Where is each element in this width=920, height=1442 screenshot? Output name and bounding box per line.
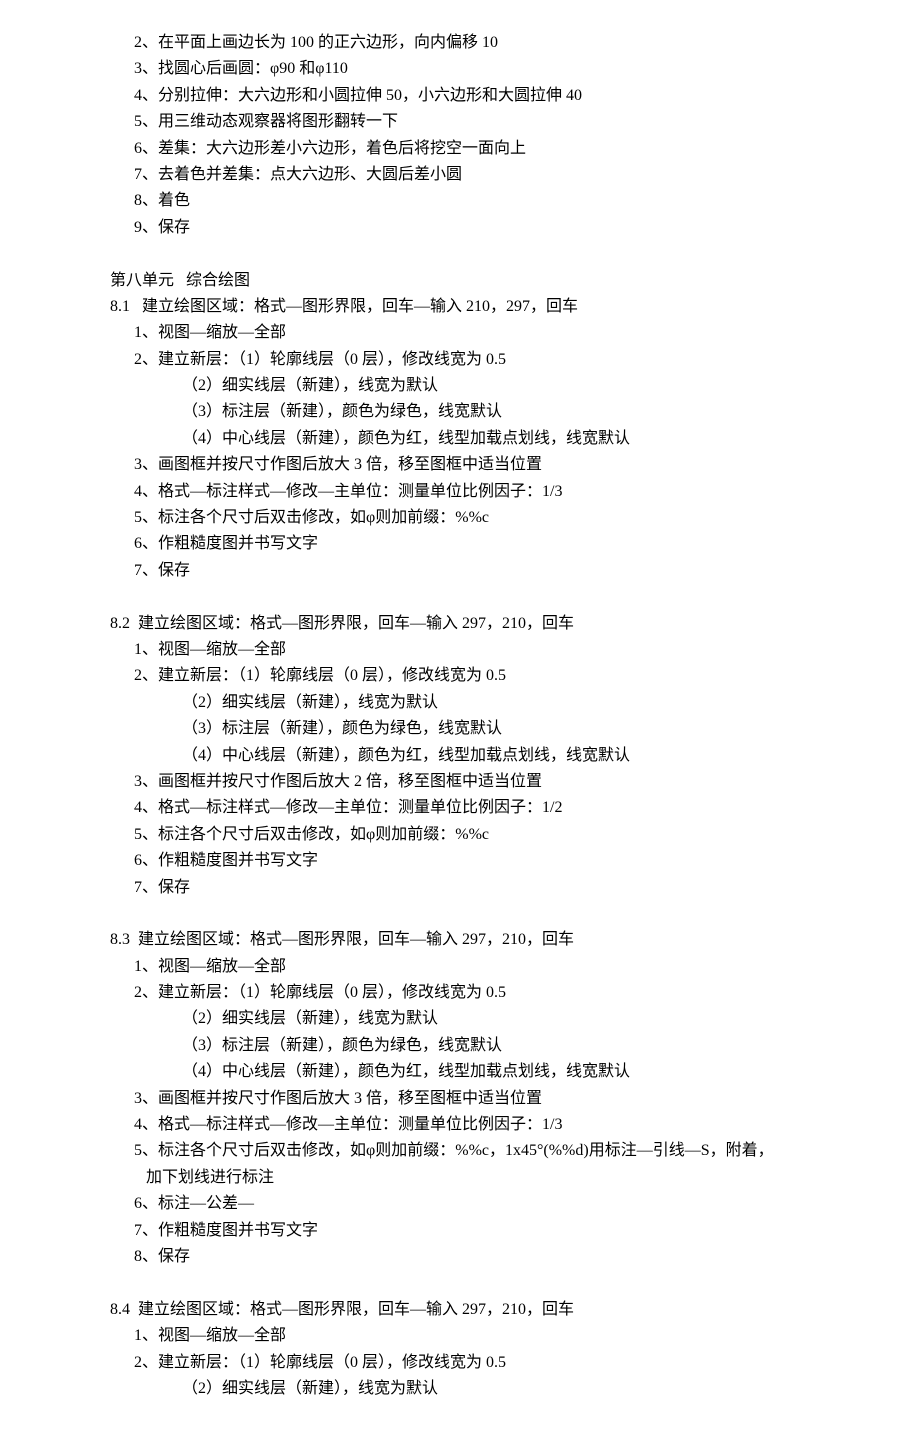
list-item: 5、标注各个尺寸后双击修改，如φ则加前缀：%%c，1x45°(%%d)用标注—引… — [110, 1138, 810, 1164]
list-item: 1、视图—缩放—全部 — [110, 1323, 810, 1349]
list-item: 2、建立新层：（1）轮廓线层（0 层），修改线宽为 0.5 — [110, 347, 810, 373]
list-item: 9、保存 — [110, 215, 810, 241]
list-item: （2）细实线层（新建），线宽为默认 — [110, 690, 810, 716]
list-item: 3、画图框并按尺寸作图后放大 2 倍，移至图框中适当位置 — [110, 769, 810, 795]
list-item: 1、视图—缩放—全部 — [110, 637, 810, 663]
list-item: 7、保存 — [110, 558, 810, 584]
list-item: 8、着色 — [110, 188, 810, 214]
list-item: 4、格式—标注样式—修改—主单位：测量单位比例因子：1/2 — [110, 795, 810, 821]
list-item: 6、作粗糙度图并书写文字 — [110, 531, 810, 557]
list-item: 8、保存 — [110, 1244, 810, 1270]
list-item: （4）中心线层（新建），颜色为红，线型加载点划线，线宽默认 — [110, 1059, 810, 1085]
list-item: 3、找圆心后画圆：φ90 和φ110 — [110, 56, 810, 82]
list-item: 5、标注各个尺寸后双击修改，如φ则加前缀：%%c — [110, 505, 810, 531]
section-8-4-heading: 8.4 建立绘图区域：格式—图形界限，回车—输入 297，210，回车 — [110, 1297, 810, 1323]
list-item: 4、格式—标注样式—修改—主单位：测量单位比例因子：1/3 — [110, 1112, 810, 1138]
section-8-4-items: 1、视图—缩放—全部 2、建立新层：（1）轮廓线层（0 层），修改线宽为 0.5… — [110, 1323, 810, 1402]
list-item: （3）标注层（新建），颜色为绿色，线宽默认 — [110, 716, 810, 742]
list-item: 4、分别拉伸：大六边形和小圆拉伸 50，小六边形和大圆拉伸 40 — [110, 83, 810, 109]
list-item: 3、画图框并按尺寸作图后放大 3 倍，移至图框中适当位置 — [110, 452, 810, 478]
list-item: 7、去着色并差集：点大六边形、大圆后差小圆 — [110, 162, 810, 188]
blank-line — [110, 901, 810, 927]
list-item: 2、在平面上画边长为 100 的正六边形，向内偏移 10 — [110, 30, 810, 56]
list-item: 2、建立新层：（1）轮廓线层（0 层），修改线宽为 0.5 — [110, 980, 810, 1006]
blank-line — [110, 241, 810, 267]
unit8-title: 第八单元 综合绘图 — [110, 268, 810, 294]
list-item: （2）细实线层（新建），线宽为默认 — [110, 1006, 810, 1032]
section-8-1-items: 1、视图—缩放—全部 2、建立新层：（1）轮廓线层（0 层），修改线宽为 0.5… — [110, 320, 810, 584]
list-item: 1、视图—缩放—全部 — [110, 954, 810, 980]
list-item: 2、建立新层：（1）轮廓线层（0 层），修改线宽为 0.5 — [110, 1350, 810, 1376]
section-8-1-heading: 8.1 建立绘图区域：格式—图形界限，回车—输入 210，297，回车 — [110, 294, 810, 320]
list-item: 加下划线进行标注 — [110, 1165, 810, 1191]
list-item: 4、格式—标注样式—修改—主单位：测量单位比例因子：1/3 — [110, 479, 810, 505]
list-item: 1、视图—缩放—全部 — [110, 320, 810, 346]
blank-line — [110, 584, 810, 610]
list-item: 6、差集：大六边形差小六边形，着色后将挖空一面向上 — [110, 136, 810, 162]
blank-line — [110, 1270, 810, 1296]
list-item: 6、作粗糙度图并书写文字 — [110, 848, 810, 874]
list-item: 5、用三维动态观察器将图形翻转一下 — [110, 109, 810, 135]
list-item: （4）中心线层（新建），颜色为红，线型加载点划线，线宽默认 — [110, 426, 810, 452]
list-item: 2、建立新层：（1）轮廓线层（0 层），修改线宽为 0.5 — [110, 663, 810, 689]
list-item: 6、标注—公差— — [110, 1191, 810, 1217]
document-page: 2、在平面上画边长为 100 的正六边形，向内偏移 10 3、找圆心后画圆：φ9… — [0, 0, 920, 1442]
unit7-continuation: 2、在平面上画边长为 100 的正六边形，向内偏移 10 3、找圆心后画圆：φ9… — [110, 30, 810, 241]
list-item: （2）细实线层（新建），线宽为默认 — [110, 1376, 810, 1402]
list-item: 7、作粗糙度图并书写文字 — [110, 1218, 810, 1244]
list-item: （2）细实线层（新建），线宽为默认 — [110, 373, 810, 399]
section-8-2-items: 1、视图—缩放—全部 2、建立新层：（1）轮廓线层（0 层），修改线宽为 0.5… — [110, 637, 810, 901]
list-item: 3、画图框并按尺寸作图后放大 3 倍，移至图框中适当位置 — [110, 1086, 810, 1112]
section-8-2-heading: 8.2 建立绘图区域：格式—图形界限，回车—输入 297，210，回车 — [110, 611, 810, 637]
list-item: （3）标注层（新建），颜色为绿色，线宽默认 — [110, 1033, 810, 1059]
section-8-3-items: 1、视图—缩放—全部 2、建立新层：（1）轮廓线层（0 层），修改线宽为 0.5… — [110, 954, 810, 1271]
section-8-3-heading: 8.3 建立绘图区域：格式—图形界限，回车—输入 297，210，回车 — [110, 927, 810, 953]
list-item: （4）中心线层（新建），颜色为红，线型加载点划线，线宽默认 — [110, 743, 810, 769]
list-item: （3）标注层（新建），颜色为绿色，线宽默认 — [110, 399, 810, 425]
list-item: 5、标注各个尺寸后双击修改，如φ则加前缀：%%c — [110, 822, 810, 848]
list-item: 7、保存 — [110, 875, 810, 901]
